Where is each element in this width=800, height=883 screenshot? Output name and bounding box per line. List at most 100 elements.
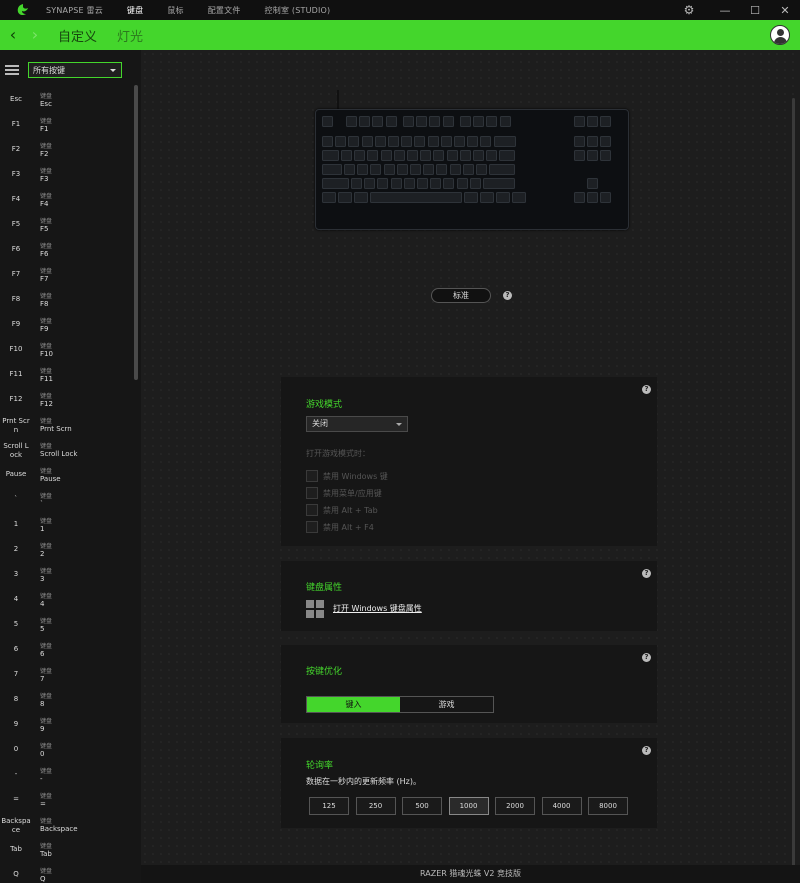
sidebar-key-row[interactable]: Esc 键盘 Esc — [0, 90, 132, 115]
sidebar-key-row[interactable]: 1 键盘 1 — [0, 515, 132, 540]
sidebar-key-row[interactable]: 0 键盘 0 — [0, 740, 132, 765]
sidebar-key-row[interactable]: 5 键盘 5 — [0, 615, 132, 640]
keycap[interactable] — [459, 150, 471, 161]
keycap[interactable] — [374, 136, 386, 147]
sidebar-key-row[interactable]: Backspace 键盘 Backspace — [0, 815, 132, 840]
keycap[interactable] — [429, 116, 441, 127]
disable-alt-tab-checkbox[interactable] — [306, 504, 318, 516]
keycap[interactable] — [322, 164, 342, 175]
keycap[interactable] — [351, 178, 362, 189]
keycap[interactable] — [423, 164, 435, 175]
keycap[interactable] — [370, 164, 382, 175]
keycap[interactable] — [322, 192, 336, 203]
polling-rate-4000-button[interactable]: 4000 — [541, 797, 582, 815]
sidebar-key-row[interactable]: Tab 键盘 Tab — [0, 840, 132, 865]
sidebar-key-row[interactable]: 7 键盘 7 — [0, 665, 132, 690]
maximize-icon[interactable]: ☐ — [740, 4, 770, 17]
keycap[interactable] — [427, 136, 439, 147]
keycap[interactable] — [388, 136, 399, 147]
keycap[interactable] — [476, 164, 487, 175]
keycap[interactable] — [403, 116, 414, 127]
keycap[interactable] — [370, 192, 462, 203]
page-title[interactable]: 自定义 — [58, 26, 97, 45]
sidebar-key-row[interactable]: F12 键盘 F12 — [0, 390, 132, 415]
sidebar-key-row[interactable]: 9 键盘 9 — [0, 715, 132, 740]
keycap[interactable] — [600, 136, 612, 147]
keycap[interactable] — [372, 116, 384, 127]
sidebar-key-row[interactable]: F9 键盘 F9 — [0, 315, 132, 340]
keycap[interactable] — [480, 136, 492, 147]
help-icon[interactable]: ? — [642, 385, 651, 394]
sidebar-key-row[interactable]: F2 键盘 F2 — [0, 140, 132, 165]
keycap[interactable] — [417, 178, 428, 189]
keycap[interactable] — [483, 178, 515, 189]
gaming-option[interactable]: 游戏 — [400, 697, 493, 712]
keycap[interactable] — [380, 150, 392, 161]
keycap[interactable] — [367, 150, 379, 161]
keycap[interactable] — [493, 136, 516, 147]
keycap[interactable] — [587, 192, 598, 203]
keycap[interactable] — [407, 150, 418, 161]
keycap[interactable] — [473, 150, 484, 161]
keycap[interactable] — [401, 136, 413, 147]
keycap[interactable] — [396, 164, 408, 175]
keycap[interactable] — [433, 150, 445, 161]
help-icon[interactable]: ? — [503, 291, 512, 300]
minimize-icon[interactable]: — — [710, 4, 740, 17]
sidebar-key-row[interactable]: F11 键盘 F11 — [0, 365, 132, 390]
keycap[interactable] — [322, 150, 339, 161]
keycap[interactable] — [390, 178, 402, 189]
help-icon[interactable]: ? — [642, 746, 651, 755]
keycap[interactable] — [480, 192, 494, 203]
keycap[interactable] — [348, 136, 360, 147]
sidebar-key-row[interactable]: Prnt Scrn 键盘 Prnt Scrn — [0, 415, 132, 440]
keycap[interactable] — [449, 164, 461, 175]
keycap[interactable] — [322, 136, 333, 147]
keycap[interactable] — [512, 192, 526, 203]
keycap[interactable] — [574, 136, 585, 147]
keycap[interactable] — [322, 178, 349, 189]
keycap[interactable] — [587, 178, 598, 189]
sidebar-key-row[interactable]: F10 键盘 F10 — [0, 340, 132, 365]
keycap[interactable] — [489, 164, 516, 175]
keycap[interactable] — [322, 116, 333, 127]
gear-icon[interactable]: ⚙ — [674, 3, 704, 17]
keycap[interactable] — [338, 192, 352, 203]
keycap[interactable] — [414, 136, 426, 147]
keycap[interactable] — [341, 150, 352, 161]
keycap[interactable] — [454, 136, 465, 147]
keycap[interactable] — [361, 136, 373, 147]
sidebar-key-row[interactable]: F6 键盘 F6 — [0, 240, 132, 265]
open-windows-keyboard-properties-link[interactable]: 打开 Windows 键盘属性 — [333, 603, 422, 614]
keycap[interactable] — [442, 116, 454, 127]
disable-windows-key-checkbox[interactable] — [306, 470, 318, 482]
keycap[interactable] — [600, 192, 611, 203]
keycap[interactable] — [464, 192, 478, 203]
sidebar-key-row[interactable]: F5 键盘 F5 — [0, 215, 132, 240]
sidebar-key-row[interactable]: Pause 键盘 Pause — [0, 465, 132, 490]
keycap[interactable] — [469, 178, 481, 189]
keycap[interactable] — [357, 164, 369, 175]
sidebar-key-row[interactable]: ` 键盘 ` — [0, 490, 132, 515]
keycap[interactable] — [364, 178, 376, 189]
sidebar-key-row[interactable]: F4 键盘 F4 — [0, 190, 132, 215]
sidebar-key-row[interactable]: = 键盘 = — [0, 790, 132, 815]
help-icon[interactable]: ? — [642, 653, 651, 662]
keycap[interactable] — [587, 150, 599, 161]
sidebar-key-row[interactable]: F1 键盘 F1 — [0, 115, 132, 140]
forward-arrow-icon[interactable]: › — [24, 20, 46, 50]
keycap[interactable] — [587, 116, 599, 127]
keyboard-image[interactable] — [315, 109, 629, 230]
game-mode-dropdown[interactable]: 关闭 — [306, 416, 408, 432]
typing-option[interactable]: 键入 — [307, 697, 400, 712]
keycap[interactable] — [436, 164, 448, 175]
back-arrow-icon[interactable]: ‹ — [2, 20, 24, 50]
tab-studio[interactable]: 控制室 (STUDIO) — [265, 5, 331, 16]
keycap[interactable] — [346, 116, 357, 127]
polling-rate-8000-button[interactable]: 8000 — [588, 797, 628, 815]
keycap[interactable] — [420, 150, 432, 161]
keycap[interactable] — [354, 150, 366, 161]
tab-lighting[interactable]: 灯光 — [117, 26, 143, 45]
polling-rate-2000-button[interactable]: 2000 — [495, 797, 535, 815]
keycap[interactable] — [574, 150, 585, 161]
